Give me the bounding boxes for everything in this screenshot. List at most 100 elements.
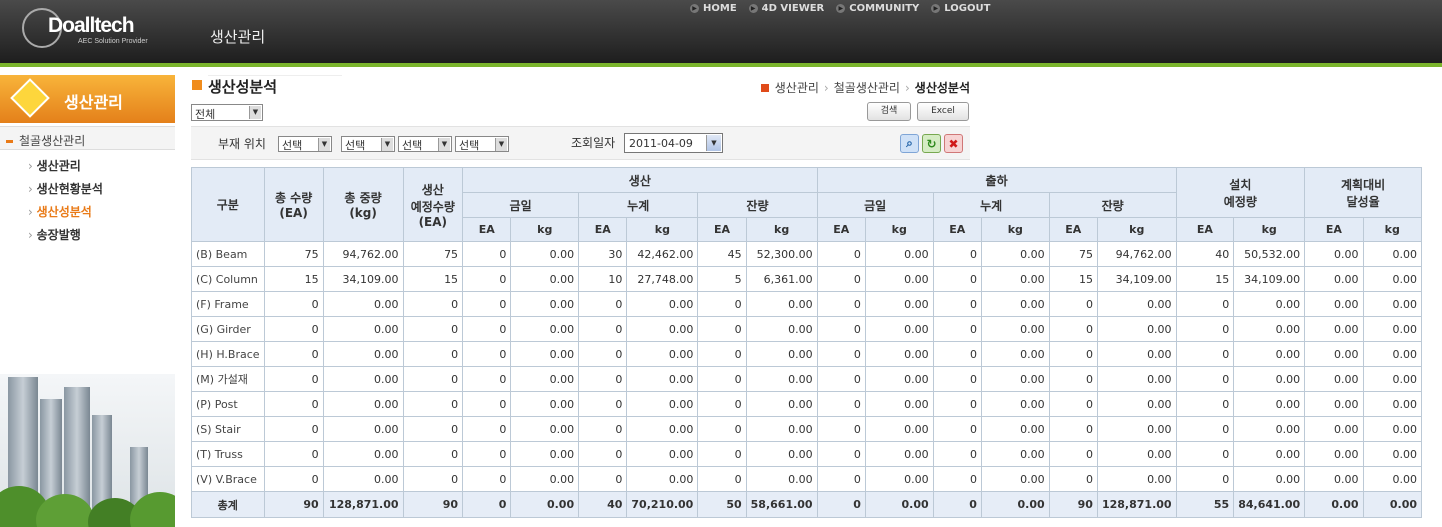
table-cell: 0.00 — [1362, 366, 1423, 392]
table-cell: 0.00 — [980, 416, 1050, 442]
sidebar-item-production-management[interactable]: 생산관리 — [28, 155, 175, 178]
breadcrumb-separator: › — [904, 81, 910, 95]
table-cell: 15 — [1175, 266, 1235, 292]
table-cell: 0.00 — [864, 441, 934, 467]
company-logo[interactable]: Doalltech AEC Solution Provider — [22, 8, 157, 48]
table-cell: 0.00 — [322, 441, 404, 467]
table-row[interactable]: (G) Girder 0 0.00 0 0 0.00 0 0.00 0 0.00 0 0.00 0 0.0… — [191, 316, 1423, 342]
table-cell: 0 — [402, 391, 464, 417]
total-cell: 84,641.00 — [1233, 491, 1306, 518]
total-cell: 0.00 — [864, 491, 934, 518]
table-cell: 34,109.00 — [322, 266, 404, 292]
table-cell: 0 — [932, 241, 982, 267]
table-row[interactable]: (P) Post 0 0.00 0 0 0.00 0 0.00 0 0.00 0 0.00 0 0.00 0… — [191, 391, 1423, 417]
table-cell: 0 — [1175, 341, 1235, 367]
breadcrumb-item[interactable]: 철골생산관리 — [834, 81, 900, 95]
query-date-picker[interactable]: 2011-04-09 ▼ — [624, 133, 723, 153]
table-row[interactable]: (F) Frame 0 0.00 0 0 0.00 0 0.00 0 0.00 0 0.00 0 0.00… — [191, 291, 1423, 317]
total-cell: 90 — [402, 491, 464, 518]
total-cell: 90 — [1048, 491, 1098, 518]
position-select-1[interactable]: 선택 ▼ — [278, 136, 332, 152]
query-date-label: 조회일자 — [571, 136, 616, 150]
top-nav: ▶ HOME ▶ 4D VIEWER ▶ COMMUNITY ▶ LOGOUT — [690, 3, 990, 14]
unit-header-kg: kg — [510, 217, 580, 242]
table-cell: 42,462.00 — [626, 241, 699, 267]
search-button[interactable]: 검색 — [867, 102, 911, 121]
nav-4d-viewer-link[interactable]: ▶ 4D VIEWER — [748, 3, 824, 14]
unit-header-ea: EA — [462, 217, 512, 242]
table-cell: 0.00 — [510, 266, 580, 292]
position-select-3[interactable]: 선택 ▼ — [398, 136, 452, 152]
table-cell: 0.00 — [980, 391, 1050, 417]
table-cell: 0 — [1048, 441, 1098, 467]
nav-label: LOGOUT — [944, 3, 991, 14]
table-row[interactable]: (S) Stair 0 0.00 0 0 0.00 0 0.00 0 0.00 0 0.00 0 0.00… — [191, 416, 1423, 442]
top-header: Doalltech AEC Solution Provider 생산관리 ▶ HO… — [0, 0, 1442, 63]
unit-header-kg: kg — [745, 217, 818, 242]
table-cell: 0.00 — [1233, 416, 1306, 442]
table-cell: 0.00 — [1304, 266, 1364, 292]
select-value: 선택 — [282, 139, 303, 152]
header-text: 예정수량 — [410, 199, 455, 214]
unit-header-ea: EA — [1304, 217, 1364, 242]
zoom-icon[interactable]: ⌕ — [900, 134, 919, 153]
sidebar-item-production-status[interactable]: 생산현황분석 — [28, 178, 175, 201]
unit-header-ea: EA — [1175, 217, 1235, 242]
nav-community-link[interactable]: ▶ COMMUNITY — [836, 3, 919, 14]
unit-header-ea: EA — [932, 217, 982, 242]
table-cell: 0.00 — [864, 291, 934, 317]
unit-header-ea: EA — [578, 217, 628, 242]
table-row[interactable]: (B) Beam 75 94,762.00 75 0 0.00 30 42,462.00 45 5… — [191, 241, 1423, 267]
bullet-icon: ▶ — [931, 4, 941, 13]
table-cell: 0.00 — [510, 291, 580, 317]
unit-header-ea: EA — [1048, 217, 1098, 242]
nav-home-link[interactable]: ▶ HOME — [690, 3, 737, 14]
table-cell: 0.00 — [745, 316, 818, 342]
header-ship-remaining: 잔량 — [1048, 192, 1177, 218]
bullet-icon: ▶ — [748, 4, 758, 13]
table-cell: 0.00 — [1096, 391, 1177, 417]
total-cell: 0.00 — [1304, 491, 1364, 518]
excel-export-button[interactable]: Excel — [917, 102, 969, 121]
table-cell: 0 — [462, 341, 512, 367]
category-filter-select[interactable]: 전체 ▼ — [191, 104, 263, 121]
table-row[interactable]: (H) H.Brace 0 0.00 0 0 0.00 0 0.00 0 0.00 0 0.00 0 0.… — [191, 341, 1423, 367]
table-row[interactable]: (C) Column 15 34,109.00 15 0 0.00 10 27,748.00 5… — [191, 266, 1423, 292]
table-cell: 0.00 — [1362, 391, 1423, 417]
sidebar-item-invoice[interactable]: 송장발행 — [28, 224, 175, 247]
table-cell: 0 — [578, 341, 628, 367]
refresh-icon[interactable]: ↻ — [922, 134, 941, 153]
table-cell: 0 — [932, 366, 982, 392]
table-cell: 0 — [816, 341, 866, 367]
table-row[interactable]: (M) 가설재 0 0.00 0 0 0.00 0 0.00 0 0.00 0 0.00 0 0.00 0 0… — [191, 366, 1423, 392]
sidebar-item-productivity-analysis[interactable]: 생산성분석 — [28, 201, 175, 224]
table-cell: 0 — [816, 316, 866, 342]
sidebar-menu: 생산관리 생산현황분석 생산성분석 송장발행 — [0, 150, 175, 247]
breadcrumb-item[interactable]: 생산관리 — [775, 81, 819, 95]
minus-icon — [6, 140, 13, 143]
table-cell: 94,762.00 — [1096, 241, 1177, 267]
nav-logout-link[interactable]: ▶ LOGOUT — [931, 3, 990, 14]
table-cell: 0 — [402, 441, 464, 467]
table-cell: 0.00 — [626, 416, 699, 442]
sidebar-title: 생산관리 — [64, 93, 123, 112]
position-select-2[interactable]: 선택 ▼ — [341, 136, 395, 152]
table-cell: 0.00 — [980, 366, 1050, 392]
table-row[interactable]: (V) V.Brace 0 0.00 0 0 0.00 0 0.00 0 0.00 0 0.00 0 0.… — [191, 466, 1423, 492]
bullet-icon: ▶ — [690, 4, 699, 13]
table-cell: 0 — [697, 466, 747, 492]
table-cell: 0 — [578, 416, 628, 442]
table-cell: 0 — [263, 441, 324, 467]
position-select-4[interactable]: 선택 ▼ — [455, 136, 509, 152]
sidebar-group-steel-production[interactable]: 철골생산관리 — [0, 126, 175, 150]
unit-header-kg: kg — [1096, 217, 1177, 242]
table-cell: 0 — [578, 291, 628, 317]
table-cell: 0.00 — [626, 391, 699, 417]
delete-icon[interactable]: ✖ — [944, 134, 963, 153]
table-row[interactable]: (T) Truss 0 0.00 0 0 0.00 0 0.00 0 0.00 0 0.00 0 0.00… — [191, 441, 1423, 467]
table-cell: 0 — [402, 366, 464, 392]
table-cell: 0.00 — [1233, 291, 1306, 317]
table-cell: 0.00 — [510, 466, 580, 492]
table-cell: 0.00 — [322, 341, 404, 367]
table-cell: 0 — [578, 391, 628, 417]
